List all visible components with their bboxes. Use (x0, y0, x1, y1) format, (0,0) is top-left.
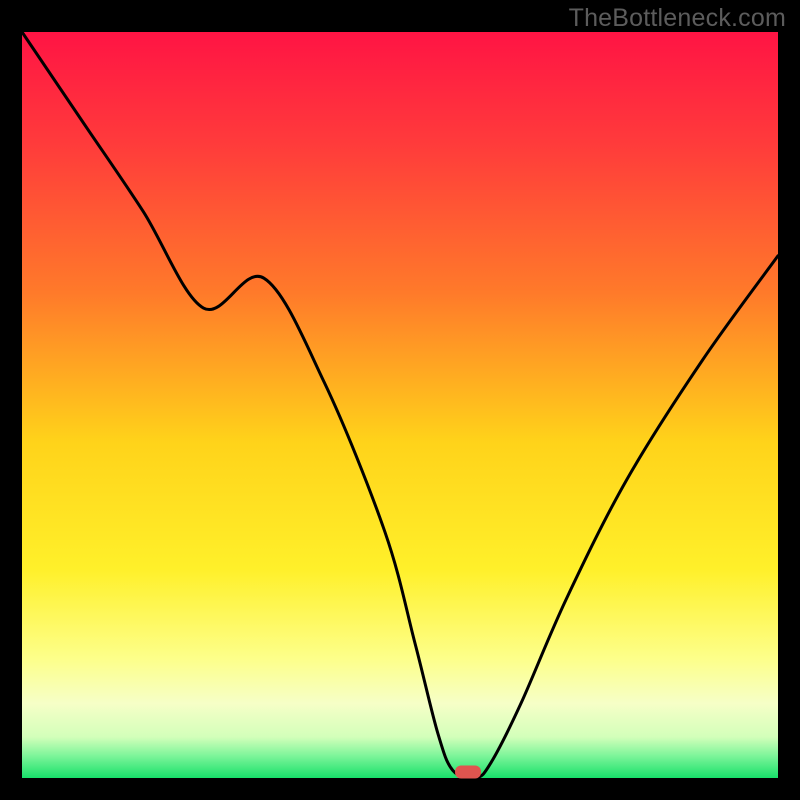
watermark-text: TheBottleneck.com (569, 4, 786, 33)
gradient-background (22, 32, 778, 778)
chart-frame: TheBottleneck.com (0, 0, 800, 800)
bottleneck-chart (0, 0, 800, 800)
optimal-point-marker (455, 766, 481, 779)
